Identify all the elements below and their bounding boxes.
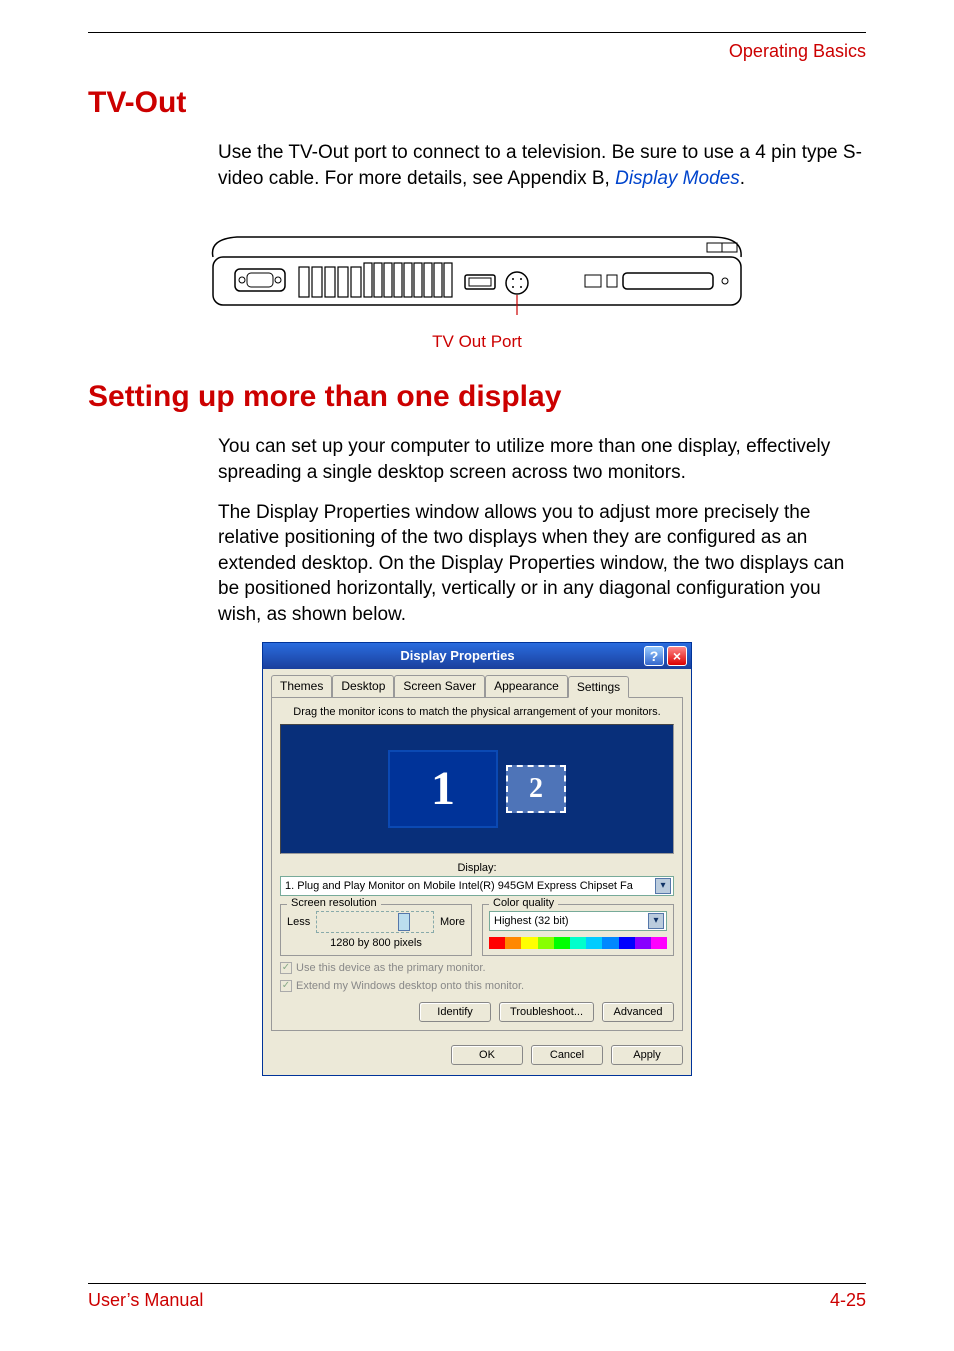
- help-button[interactable]: ?: [644, 646, 664, 666]
- apply-button[interactable]: Apply: [611, 1045, 683, 1065]
- resolution-slider[interactable]: [316, 911, 434, 933]
- display-properties-dialog: Display Properties ? × Themes Desktop Sc…: [262, 642, 692, 1076]
- screen-resolution-title: Screen resolution: [287, 897, 381, 909]
- close-button[interactable]: ×: [667, 646, 687, 666]
- extend-desktop-checkbox[interactable]: ✓: [280, 980, 292, 992]
- dialog-titlebar[interactable]: Display Properties ? ×: [263, 643, 691, 669]
- resolution-slider-thumb[interactable]: [398, 913, 410, 931]
- slider-more-label: More: [440, 916, 465, 928]
- page-header: Operating Basics: [88, 41, 866, 62]
- display-select-value: 1. Plug and Play Monitor on Mobile Intel…: [285, 880, 633, 892]
- tab-themes[interactable]: Themes: [271, 675, 332, 697]
- chevron-down-icon[interactable]: ▾: [648, 913, 664, 929]
- extend-desktop-label: Extend my Windows desktop onto this moni…: [296, 980, 524, 992]
- screen-resolution-group: Screen resolution Less More 1280 by 800 …: [280, 904, 472, 956]
- footer-manual: User’s Manual: [88, 1290, 203, 1311]
- display-modes-link[interactable]: Display Modes: [615, 168, 740, 189]
- heading-tvout: TV-Out: [88, 86, 866, 120]
- monitor-2-icon[interactable]: 2: [506, 765, 566, 813]
- slider-less-label: Less: [287, 916, 310, 928]
- cancel-button[interactable]: Cancel: [531, 1045, 603, 1065]
- tvout-paragraph: Use the TV-Out port to connect to a tele…: [88, 140, 866, 191]
- troubleshoot-button[interactable]: Troubleshoot...: [499, 1002, 594, 1022]
- tab-row: Themes Desktop Screen Saver Appearance S…: [263, 669, 691, 697]
- tvout-diagram: TV Out Port: [88, 209, 866, 352]
- advanced-button[interactable]: Advanced: [602, 1002, 674, 1022]
- tvout-caption: TV Out Port: [207, 332, 747, 352]
- color-quality-title: Color quality: [489, 897, 558, 909]
- tvout-text-end: .: [740, 168, 745, 189]
- color-quality-group: Color quality Highest (32 bit) ▾: [482, 904, 674, 956]
- primary-monitor-label: Use this device as the primary monitor.: [296, 962, 486, 974]
- display-label: Display:: [280, 862, 674, 874]
- multidisplay-para2: The Display Properties window allows you…: [88, 500, 866, 628]
- monitor-1-icon[interactable]: 1: [388, 750, 498, 828]
- footer-page-number: 4-25: [830, 1290, 866, 1311]
- dialog-title: Display Properties: [271, 648, 644, 663]
- extend-desktop-checkbox-row: ✓ Extend my Windows desktop onto this mo…: [280, 980, 674, 992]
- monitor-arrangement-box[interactable]: 1 2: [280, 724, 674, 854]
- identify-button[interactable]: Identify: [419, 1002, 491, 1022]
- laptop-side-illustration: [207, 209, 747, 319]
- tab-screensaver[interactable]: Screen Saver: [394, 675, 485, 697]
- primary-monitor-checkbox[interactable]: ✓: [280, 962, 292, 974]
- color-bar: [489, 937, 667, 949]
- color-quality-select[interactable]: Highest (32 bit) ▾: [489, 911, 667, 931]
- footer-rule: [88, 1283, 866, 1284]
- page-footer: User’s Manual 4-25: [88, 1283, 866, 1311]
- tab-settings[interactable]: Settings: [568, 676, 629, 698]
- color-quality-value: Highest (32 bit): [494, 915, 569, 927]
- chevron-down-icon[interactable]: ▾: [655, 878, 671, 894]
- tvout-text: Use the TV-Out port to connect to a tele…: [218, 142, 862, 189]
- top-rule: [88, 32, 866, 33]
- primary-monitor-checkbox-row: ✓ Use this device as the primary monitor…: [280, 962, 674, 974]
- resolution-value: 1280 by 800 pixels: [287, 937, 465, 949]
- tab-appearance[interactable]: Appearance: [485, 675, 568, 697]
- display-select[interactable]: 1. Plug and Play Monitor on Mobile Intel…: [280, 876, 674, 896]
- tab-desktop[interactable]: Desktop: [332, 675, 394, 697]
- heading-multidisplay: Setting up more than one display: [88, 380, 866, 414]
- document-page: Operating Basics TV-Out Use the TV-Out p…: [0, 0, 954, 1351]
- drag-instructions: Drag the monitor icons to match the phys…: [280, 706, 674, 718]
- multidisplay-para1: You can set up your computer to utilize …: [88, 434, 866, 485]
- settings-panel: Drag the monitor icons to match the phys…: [271, 697, 683, 1031]
- ok-button[interactable]: OK: [451, 1045, 523, 1065]
